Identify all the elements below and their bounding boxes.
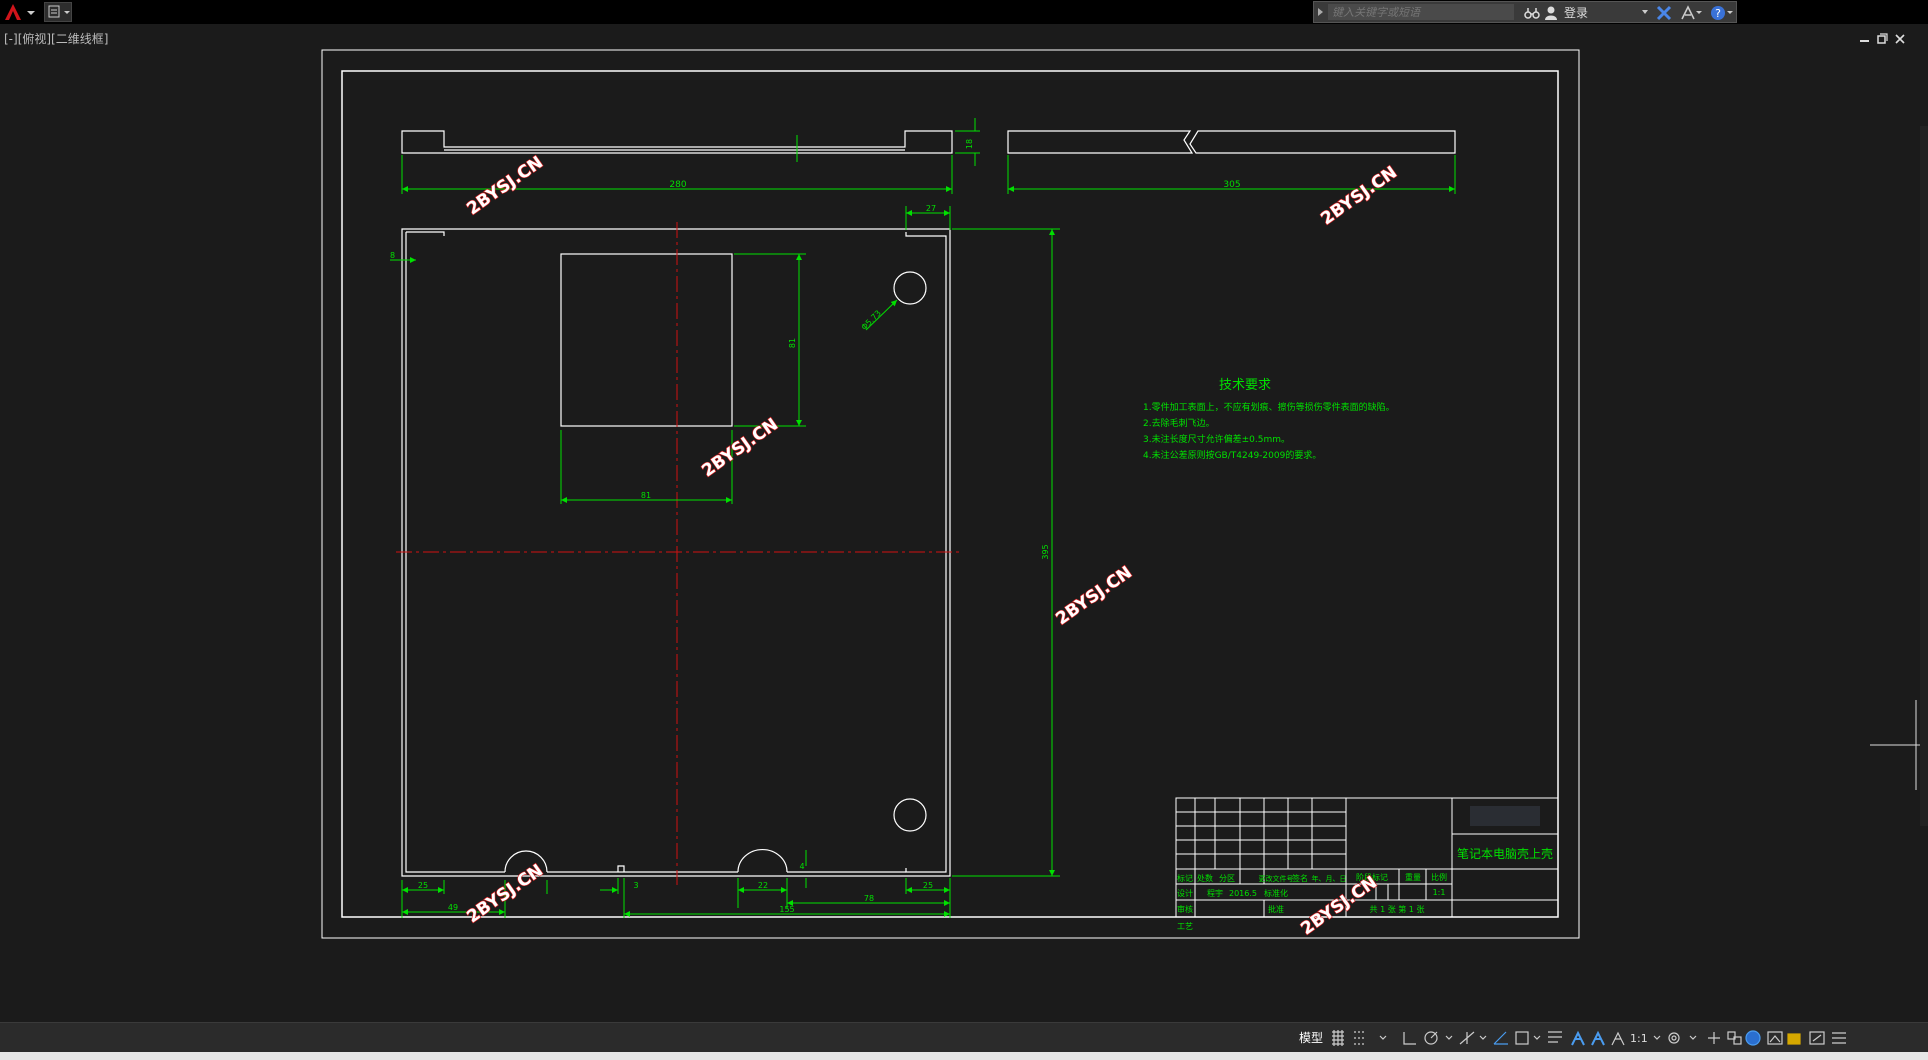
dim-4: 4: [799, 862, 804, 871]
tech-req-item: 3.未注长度尺寸允许偏差±0.5mm。: [1143, 433, 1290, 445]
tb-weight: 重量: [1405, 872, 1421, 882]
search-expand-icon[interactable]: [1316, 7, 1326, 17]
dim-395: 395: [1041, 544, 1050, 559]
app-menu-dropdown-icon[interactable]: [22, 3, 40, 21]
clean-screen-lock-icon[interactable]: [1787, 1033, 1801, 1045]
tb-header: 更改文件号: [1259, 874, 1294, 883]
svg-text:?: ?: [1715, 7, 1721, 20]
status-bar: 模型 1:1: [0, 1022, 1928, 1053]
dim-280: 280: [669, 180, 686, 190]
plus-icon[interactable]: [1708, 1032, 1720, 1044]
side-profile-view: [1007, 130, 1456, 154]
user-icon: [1545, 6, 1557, 20]
isolate-icon[interactable]: [1767, 1031, 1783, 1045]
login-dropdown-icon[interactable]: [1640, 7, 1650, 17]
hardware-acceleration-icon[interactable]: [1745, 1030, 1761, 1046]
dim-49: 49: [448, 903, 458, 912]
ortho-icon[interactable]: [1403, 1032, 1416, 1045]
search-input[interactable]: [1328, 4, 1514, 20]
tb-header: 签名: [1292, 873, 1308, 883]
status-tool-icons: 1:1: [1332, 1030, 1846, 1046]
object-snap-tracking-icon[interactable]: [1493, 1031, 1508, 1045]
snap-icon[interactable]: [1354, 1031, 1387, 1045]
tb-sheets: 共 1 张 第 1 张: [1370, 904, 1425, 914]
tb-header: 分区: [1219, 874, 1235, 883]
main-view-dims: [390, 206, 1060, 918]
dim-81-vertical: 81: [788, 338, 797, 348]
tb-header: 处数: [1197, 873, 1213, 883]
isodraft-icon[interactable]: [1459, 1031, 1487, 1045]
tb-scale-value: 1:1: [1433, 888, 1446, 897]
technical-requirements: 技术要求 1.零件加工表面上，不应有划痕、擦伤等损伤零件表面的缺陷。 2.去除毛…: [1143, 378, 1395, 461]
customization-menu-icon[interactable]: [1832, 1032, 1846, 1044]
dim-78: 78: [864, 894, 874, 903]
tech-req-item: 4.未注公差原则按GB/T4249-2009的要求。: [1143, 449, 1321, 461]
grid-icon[interactable]: [1332, 1030, 1344, 1046]
auto-scale-icon[interactable]: [1591, 1030, 1605, 1046]
tb-review: 审核: [1177, 904, 1193, 914]
autocad-logo-icon[interactable]: [4, 3, 22, 21]
lineweight-icon[interactable]: [1548, 1031, 1562, 1043]
exchange-apps-icon[interactable]: [1656, 5, 1672, 21]
dim-27: 27: [926, 204, 936, 213]
tb-date: 2016.5: [1229, 889, 1257, 898]
watermark: 2BYSJ.CN: [698, 415, 781, 482]
tb-header: 标记: [1177, 873, 1193, 883]
dim-22: 22: [758, 881, 768, 890]
annotation-visibility-icon[interactable]: [1571, 1030, 1585, 1046]
tb-header: 年、月、日: [1312, 874, 1347, 883]
search-bar: 登录 ?: [1313, 1, 1737, 23]
binoculars-icon[interactable]: [1524, 5, 1540, 21]
object-snap-icon[interactable]: [1515, 1031, 1541, 1045]
top-profile-dims: [401, 118, 980, 194]
viewcube-edge[interactable]: [1920, 126, 1928, 826]
dim-305: 305: [1223, 180, 1240, 190]
tb-scale-label: 比例: [1431, 872, 1447, 882]
dim-18: 18: [965, 139, 974, 149]
watermark: 2BYSJ.CN: [463, 153, 546, 220]
clean-screen-icon[interactable]: [1809, 1031, 1825, 1045]
watermarks: 2BYSJ.CN 2BYSJ.CN 2BYSJ.CN 2BYSJ.CN 2BYS…: [463, 152, 1402, 940]
dim-25-right: 25: [923, 881, 933, 890]
tech-req-item: 2.去除毛刺飞边。: [1143, 417, 1215, 429]
tb-standard: 标准化: [1264, 888, 1288, 898]
annotation-scale-value[interactable]: 1:1: [1630, 1032, 1648, 1045]
quick-access-icon[interactable]: [45, 3, 73, 21]
annotation-scale-icon[interactable]: [1611, 1031, 1625, 1046]
watermark: 2BYSJ.CN: [1052, 563, 1135, 630]
dim-25-left: 25: [418, 881, 428, 890]
drawing-canvas[interactable]: 280 18 305 27 8 81 81 Φ5.73 395 25 49 3 …: [0, 24, 1928, 1022]
tb-designer: 程宇: [1207, 888, 1223, 898]
watermark: 2BYSJ.CN: [1317, 163, 1400, 230]
polar-icon[interactable]: [1424, 1031, 1453, 1045]
main-dim-labels: 27 8 81 81 Φ5.73 395 25 49 3 22 4 25 78 …: [390, 204, 1050, 914]
title-block-logo-area: [1470, 806, 1540, 826]
dim-3: 3: [633, 881, 638, 890]
model-tab-button[interactable]: 模型: [1299, 1029, 1323, 1046]
isolate-objects-icon[interactable]: [1727, 1031, 1742, 1045]
taskbar-strip: [0, 1052, 1928, 1060]
crosshair-cursor: [1870, 700, 1928, 790]
top-profile-view: [401, 130, 953, 154]
part-name: 笔记本电脑壳上壳: [1457, 846, 1553, 861]
dim-hole-diameter: Φ5.73: [860, 309, 883, 332]
dim-81-horizontal: 81: [641, 491, 651, 500]
dim-155: 155: [779, 905, 794, 914]
tb-approve: 批准: [1268, 904, 1284, 914]
autodesk-a360-icon[interactable]: [1680, 5, 1702, 21]
title-bar: 登录 ?: [0, 0, 1928, 24]
tb-process: 工艺: [1177, 922, 1193, 931]
tech-req-title: 技术要求: [1219, 378, 1271, 393]
login-button[interactable]: 登录: [1564, 4, 1588, 21]
help-icon[interactable]: ?: [1710, 5, 1734, 21]
tech-req-item: 1.零件加工表面上，不应有划痕、擦伤等损伤零件表面的缺陷。: [1143, 401, 1395, 413]
workspace-gear-icon[interactable]: [1668, 1032, 1697, 1044]
quick-access-toolbar[interactable]: [44, 2, 72, 22]
tb-design: 设计: [1177, 888, 1193, 898]
dim-8: 8: [390, 251, 395, 260]
